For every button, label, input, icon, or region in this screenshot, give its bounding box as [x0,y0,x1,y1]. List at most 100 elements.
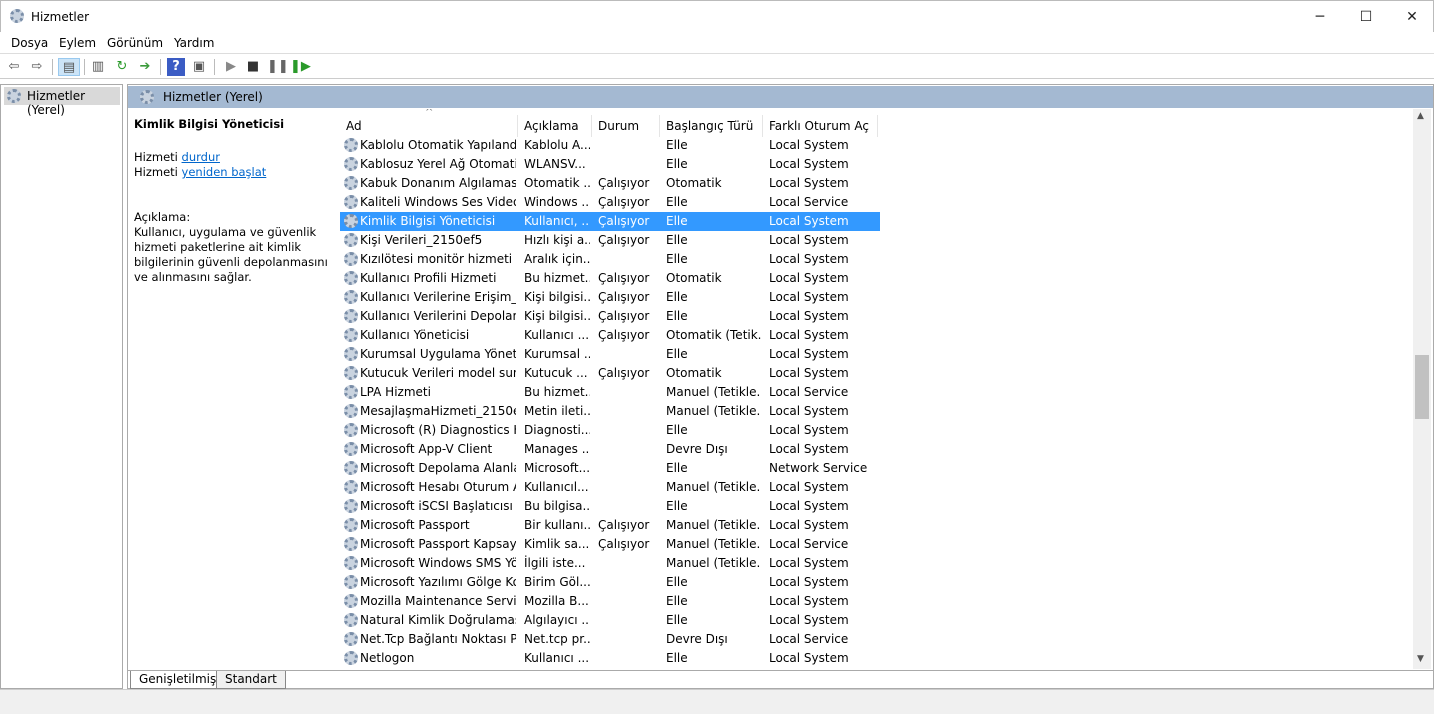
table-row[interactable]: Microsoft iSCSI Başlatıcısı H... Bu bilgi… [340,497,880,516]
table-row[interactable]: Microsoft (R) Diagnostics H... Diagnosti.… [340,421,880,440]
cell-description: İlgili iste... [524,556,586,570]
table-row[interactable]: Microsoft Windows SMS Yö... İlgili iste..… [340,554,880,573]
cell-status: Çalışıyor [598,309,650,323]
pause-service-icon[interactable]: ❚❚ [267,58,289,76]
cell-description: Kullanıcıl... [524,480,589,494]
table-row[interactable]: Microsoft Passport Kapsayıcı Kimlik sa...… [340,535,880,554]
cell-log-on-as: Local System [769,423,849,437]
cell-log-on-as: Local System [769,651,849,665]
stop-service-link[interactable]: durdur [182,150,220,164]
refresh-icon[interactable]: ↻ [113,58,131,76]
cell-name: Natural Kimlik Doğrulaması [360,613,516,627]
table-row[interactable]: Kimlik Bilgisi Yöneticisi Kullanıcı, ... Ç… [340,212,880,231]
column-header[interactable]: Durum [592,115,660,137]
cell-name: Microsoft Hesabı Oturum A... [360,480,516,494]
minimize-button[interactable]: ─ [1297,1,1343,33]
table-row[interactable]: Kullanıcı Verilerine Erişim_2... Kişi bil… [340,288,880,307]
cell-startup-type: Elle [666,423,688,437]
scrollbar-thumb[interactable] [1415,355,1429,419]
description-label: Açıklama: [134,210,191,224]
menu-eylem[interactable]: Eylem [59,36,96,50]
table-row[interactable]: Microsoft Hesabı Oturum A... Kullanıcıl..… [340,478,880,497]
cell-status: Çalışıyor [598,214,650,228]
show-hide-console-tree-icon[interactable]: ▤ [58,58,80,76]
table-row[interactable]: Microsoft Yazılımı Gölge Ko... Birim Göl.… [340,573,880,592]
cell-startup-type: Manuel (Tetikle... [666,518,761,532]
menu-dosya[interactable]: Dosya [11,36,48,50]
tab-extended[interactable]: Genişletilmiş [130,671,226,689]
maximize-button[interactable]: ☐ [1343,1,1389,33]
restart-service-link[interactable]: yeniden başlat [182,165,267,179]
services-gear-icon [7,89,21,103]
column-header[interactable]: Ad [340,115,518,137]
back-arrow-icon[interactable]: ⇦ [5,58,23,76]
main-pane: Hizmetler (Yerel) Kimlik Bilgisi Yönetic… [127,84,1434,689]
table-row[interactable]: Microsoft App-V Client Manages ... Devre D… [340,440,880,459]
table-row[interactable]: Kullanıcı Yöneticisi Kullanıcı ... Çalışıy… [340,326,880,345]
service-details: Kimlik Bilgisi Yöneticisi Hizmeti durdur… [134,117,334,285]
table-row[interactable]: Microsoft Passport Bir kullanı... Çalışıyo… [340,516,880,535]
service-gear-icon [344,195,358,209]
cell-description: Net.tcp pr... [524,632,590,646]
close-button[interactable]: ✕ [1389,1,1434,33]
service-gear-icon [344,499,358,513]
cell-name: Kablolu Otomatik Yapılandı... [360,138,516,152]
table-row[interactable]: Kullanıcı Profili Hizmeti Bu hizmet... Çal… [340,269,880,288]
table-row[interactable]: Kaliteli Windows Ses Video ... Windows ..… [340,193,880,212]
scroll-down-icon[interactable]: ▼ [1417,654,1424,664]
restart-service-icon[interactable]: ❚▶ [290,58,311,76]
cell-name: Kişi Verileri_2150ef5 [360,233,483,247]
cell-description: Bu bilgisa... [524,499,590,513]
start-service-icon[interactable]: ▶ [222,58,240,76]
table-row[interactable]: Kişi Verileri_2150ef5 Hızlı kişi a... Çalı… [340,231,880,250]
table-row[interactable]: Kablolu Otomatik Yapılandı... Kablolu A..… [340,136,880,155]
table-row[interactable]: MesajlaşmaHizmeti_2150ef5 Metin ileti... M… [340,402,880,421]
cell-log-on-as: Local System [769,309,849,323]
status-bar [0,689,1434,714]
table-row[interactable]: Kurumsal Uygulama Yöneti... Kurumsal ... E… [340,345,880,364]
cell-startup-type: Elle [666,290,688,304]
table-row[interactable]: Net.Tcp Bağlantı Noktası Pa... Net.tcp pr… [340,630,880,649]
scroll-up-icon[interactable]: ▲ [1417,111,1424,121]
vertical-scrollbar[interactable]: ▲ ▼ [1413,109,1431,669]
cell-description: Windows ... [524,195,590,209]
table-row[interactable]: Natural Kimlik Doğrulaması Algılayıcı ...… [340,611,880,630]
action-pane-icon[interactable]: ▣ [190,58,208,76]
cell-description: Kurumsal ... [524,347,590,361]
tree-item-services-local[interactable]: Hizmetler (Yerel) [4,87,120,117]
table-row[interactable]: Microsoft Depolama Alanla... Microsoft...… [340,459,880,478]
menu-gorunum[interactable]: Görünüm [107,36,163,50]
column-header[interactable]: Farklı Oturum Aç [763,115,878,137]
help-icon[interactable]: ? [167,58,185,76]
column-header[interactable]: Başlangıç Türü [660,115,763,137]
cell-startup-type: Manuel (Tetikle... [666,556,761,570]
cell-log-on-as: Local System [769,480,849,494]
service-gear-icon [344,404,358,418]
cell-name: Microsoft Passport Kapsayıcı [360,537,516,551]
service-gear-icon [344,366,358,380]
column-header[interactable]: Açıklama [518,115,592,137]
table-row[interactable]: Netlogon Kullanıcı ... Elle Local System [340,649,880,668]
cell-startup-type: Otomatik [666,176,722,190]
table-row[interactable]: Kutucuk Verileri model sun... Kutucuk ...… [340,364,880,383]
stop-service-icon[interactable]: ■ [244,58,262,76]
table-row[interactable]: Kızılötesi monitör hizmeti Aralık için...… [340,250,880,269]
forward-arrow-icon[interactable]: ⇨ [28,58,46,76]
table-row[interactable]: Kullanıcı Verilerini Depolam... Kişi bilg… [340,307,880,326]
table-row[interactable]: Kablosuz Yerel Ağ Otomatik... WLANSV... El… [340,155,880,174]
cell-name: Netlogon [360,651,415,665]
table-row[interactable]: LPA Hizmeti Bu hizmet... Manuel (Tetikle..… [340,383,880,402]
table-row[interactable]: Mozilla Maintenance Service Mozilla B... E… [340,592,880,611]
cell-description: Metin ileti... [524,404,590,418]
service-gear-icon [344,632,358,646]
cell-name: Microsoft Depolama Alanla... [360,461,516,475]
cell-description: Mozilla B... [524,594,589,608]
properties-icon[interactable]: ▥ [89,58,107,76]
table-row[interactable]: Kabuk Donanım Algılaması Otomatik ... Çalı… [340,174,880,193]
menu-yardim[interactable]: Yardım [174,36,214,50]
export-list-icon[interactable]: ➔ [136,58,154,76]
service-gear-icon [344,309,358,323]
cell-name: Kullanıcı Profili Hizmeti [360,271,497,285]
tab-standard[interactable]: Standart [216,671,286,689]
cell-log-on-as: Network Service [769,461,868,475]
